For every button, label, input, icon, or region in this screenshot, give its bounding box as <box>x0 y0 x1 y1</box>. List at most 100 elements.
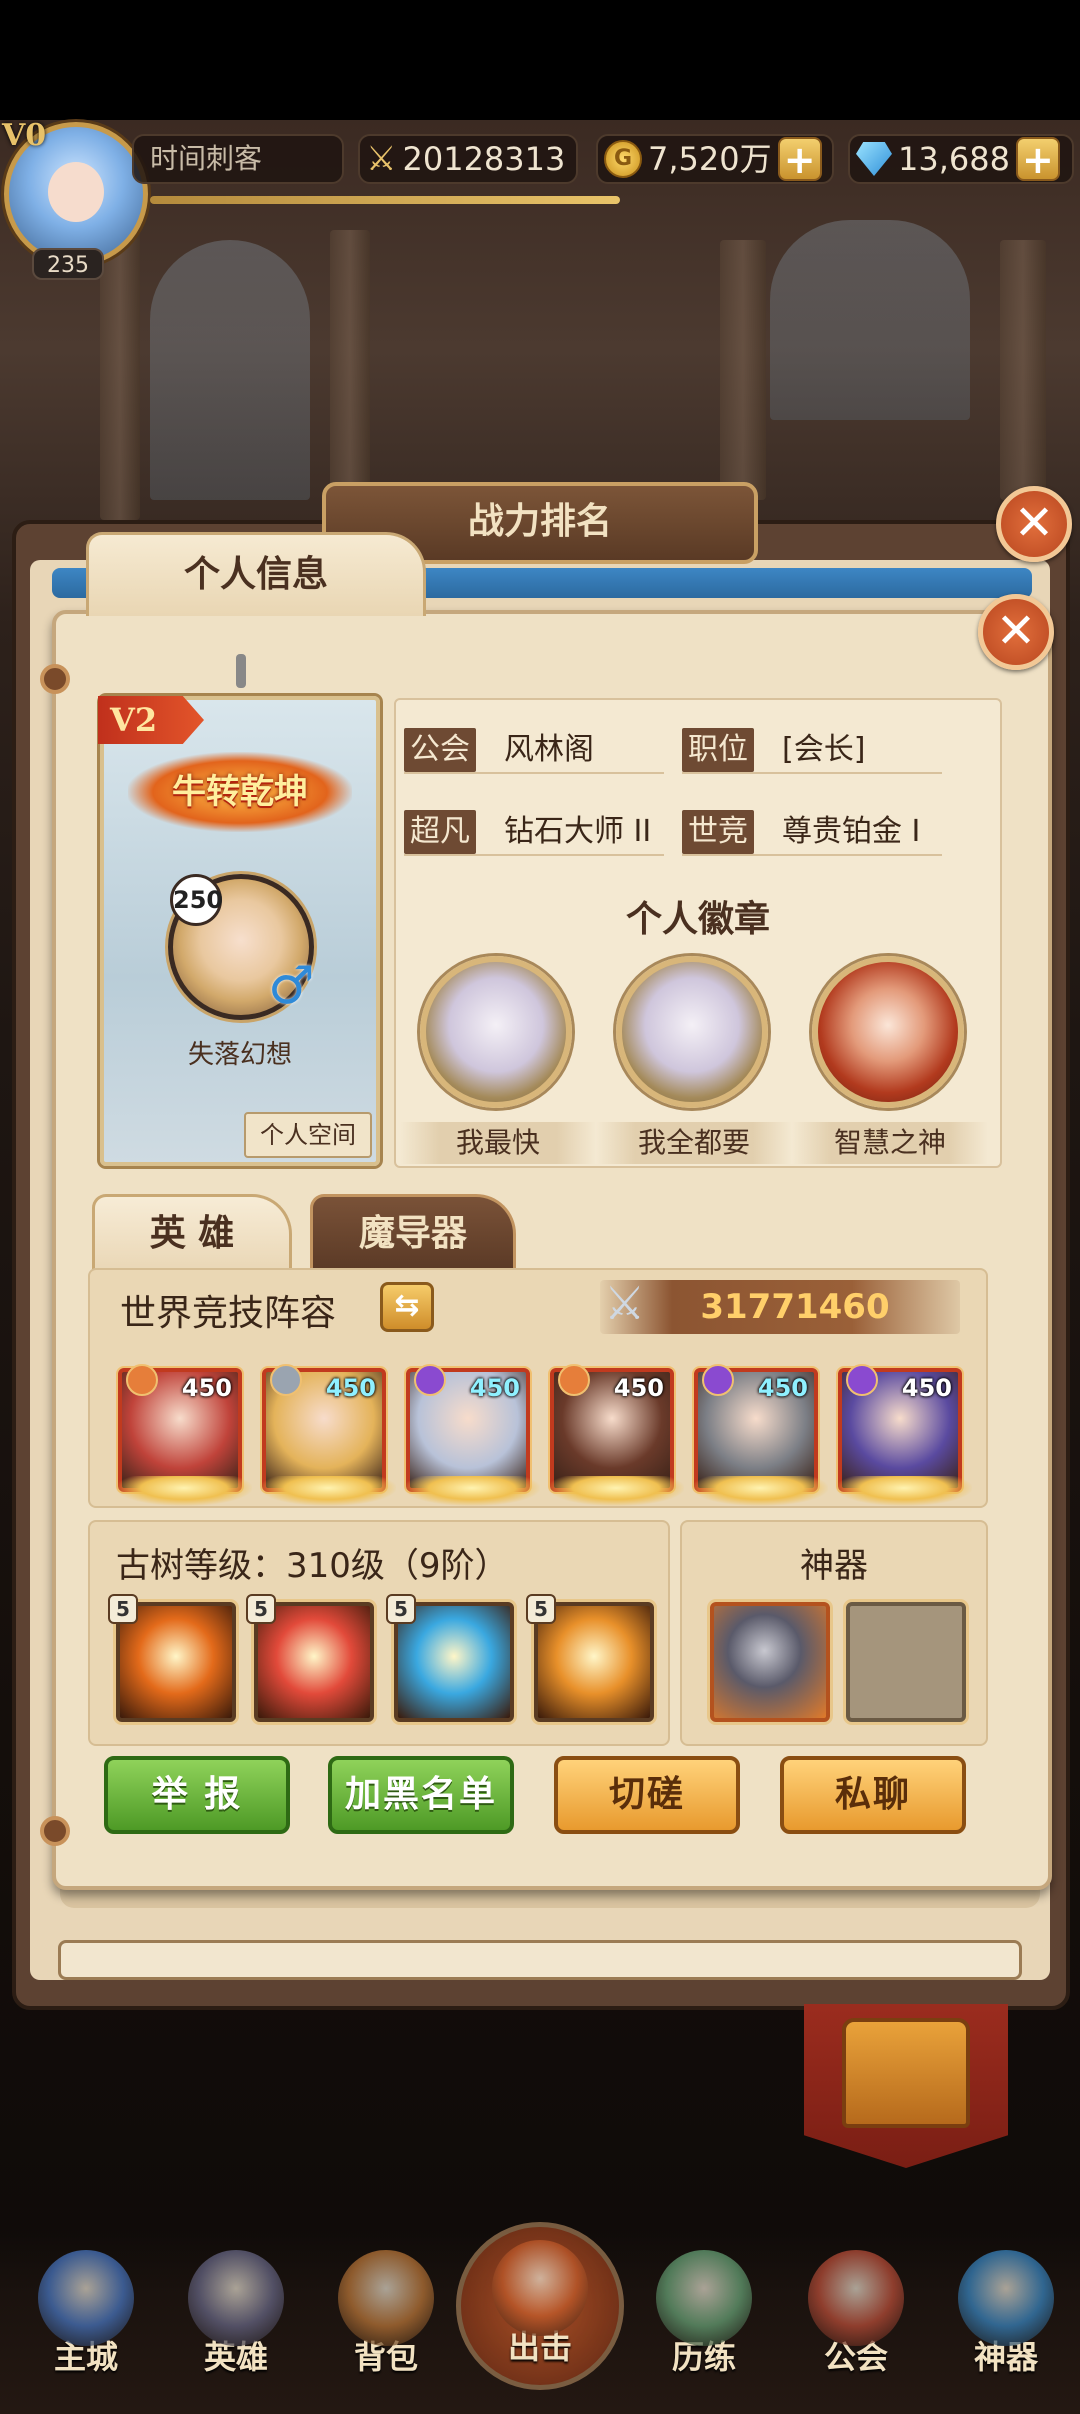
hero-star-wings-icon <box>692 1476 828 1506</box>
hero-star-wings-icon <box>116 1476 252 1506</box>
badge-fastest-icon[interactable] <box>420 956 572 1108</box>
hero-portrait[interactable]: 450 <box>260 1364 396 1506</box>
report-button[interactable]: 举 报 <box>104 1756 290 1834</box>
background-pillar <box>1000 240 1046 500</box>
hero-portrait[interactable]: 450 <box>836 1364 972 1506</box>
ranking-close-button[interactable]: ✕ <box>996 486 1072 562</box>
player-vip-badge: V0 <box>2 118 47 153</box>
hero-star-wings-icon <box>404 1476 540 1506</box>
diamond-icon <box>856 142 892 176</box>
gem-display: 13,688 + <box>848 134 1074 184</box>
info-close-button[interactable]: ✕ <box>978 594 1054 670</box>
gold-coin-icon: G <box>604 140 642 178</box>
divider <box>682 772 942 774</box>
tree-skill-count: 5 <box>526 1594 556 1624</box>
badge-wisdom-god-icon[interactable] <box>812 956 964 1108</box>
blacklist-button[interactable]: 加黑名单 <box>328 1756 514 1834</box>
hero-level: 450 <box>469 1374 520 1402</box>
hero-level: 450 <box>901 1374 952 1402</box>
divider <box>682 854 942 856</box>
nav-icon <box>492 2240 588 2336</box>
position-value: [会长] <box>782 732 866 767</box>
hero-star-wings-icon <box>548 1476 684 1506</box>
hero-element-icon <box>126 1364 158 1396</box>
binder-ring-icon <box>40 664 70 694</box>
hero-portrait[interactable]: 450 <box>404 1364 540 1506</box>
private-chat-button[interactable]: 私聊 <box>780 1756 966 1834</box>
tree-skill-count: 5 <box>108 1594 138 1624</box>
hero-star-wings-icon <box>260 1476 396 1506</box>
tree-skill-count: 5 <box>386 1594 416 1624</box>
badge-label: 智慧之神 <box>792 1122 988 1164</box>
position-label: 职位 <box>682 728 754 772</box>
artifact-hammer-icon[interactable] <box>710 1602 830 1722</box>
personal-space-button[interactable]: 个人空间 <box>244 1112 372 1158</box>
hero-portrait[interactable]: 450 <box>692 1364 828 1506</box>
nav-item[interactable]: 神器 <box>936 2250 1076 2400</box>
add-gold-button[interactable]: + <box>777 137 822 181</box>
tab-heroes[interactable]: 英 雄 <box>92 1194 292 1270</box>
guild-label: 公会 <box>404 728 476 772</box>
tree-skill-count: 5 <box>246 1594 276 1624</box>
tab-magitech[interactable]: 魔导器 <box>310 1194 516 1270</box>
player-avatar-face <box>48 162 104 222</box>
hero-element-icon <box>270 1364 302 1396</box>
nav-item[interactable]: 背包 <box>316 2250 456 2400</box>
lineup-title: 世界竞技阵容 <box>120 1293 337 1334</box>
gem-value: 13,688 <box>898 140 1010 178</box>
hero-level: 450 <box>325 1374 376 1402</box>
nav-icon <box>808 2250 904 2346</box>
hero-level: 450 <box>181 1374 232 1402</box>
gold-value: 7,520万 <box>648 140 772 178</box>
profile-name: 失落幻想 <box>187 1040 292 1070</box>
pin-icon <box>236 654 246 688</box>
shijing-value: 尊贵铂金 I <box>782 814 921 849</box>
treasure-chest-icon[interactable] <box>842 2018 970 2128</box>
gold-display: G 7,520万 + <box>596 134 834 184</box>
battle-power-value: 20128313 <box>402 140 566 178</box>
nav-icon <box>958 2250 1054 2346</box>
add-gem-button[interactable]: + <box>1015 137 1060 181</box>
hero-element-icon <box>414 1364 446 1396</box>
spar-button[interactable]: 切磋 <box>554 1756 740 1834</box>
male-gender-icon: ♂ <box>268 956 315 1016</box>
hero-level: 450 <box>757 1374 808 1402</box>
crossed-swords-icon: ⚔ <box>604 1276 646 1330</box>
hero-element-icon <box>846 1364 878 1396</box>
player-name: 时间刺客 <box>132 134 344 184</box>
background-window <box>770 220 970 420</box>
background-window <box>150 240 310 500</box>
player-level: 235 <box>32 248 104 280</box>
badge-label: 我最快 <box>400 1122 596 1164</box>
nav-item[interactable]: 公会 <box>786 2250 926 2400</box>
nav-item[interactable]: 主城 <box>16 2250 156 2400</box>
hero-element-icon <box>702 1364 734 1396</box>
crossed-swords-icon: ⚔ <box>366 139 397 179</box>
hero-star-wings-icon <box>836 1476 972 1506</box>
nav-icon <box>38 2250 134 2346</box>
hero-portrait[interactable]: 450 <box>116 1364 252 1506</box>
profile-title-badge: 牛转乾坤 <box>128 752 352 832</box>
nav-icon <box>656 2250 752 2346</box>
badge-label: 我全都要 <box>596 1122 792 1164</box>
tab-personal-info[interactable]: 个人信息 <box>86 532 426 616</box>
shijing-label: 世竞 <box>682 810 754 854</box>
chaofan-value: 钻石大师 II <box>504 814 652 849</box>
background-pillar <box>330 230 370 520</box>
chaofan-label: 超凡 <box>404 810 476 854</box>
binder-ring-icon <box>40 1816 70 1846</box>
guild-value: 风林阁 <box>504 732 594 767</box>
profile-vip-badge: V2 <box>98 696 204 744</box>
divider <box>404 772 664 774</box>
experience-bar-fill <box>150 196 620 204</box>
hero-portrait[interactable]: 450 <box>548 1364 684 1506</box>
nav-item[interactable]: 英雄 <box>166 2250 306 2400</box>
background-pillar <box>720 240 766 500</box>
swap-lineup-button[interactable]: ⇆ <box>380 1282 434 1332</box>
nav-item[interactable]: 出击 <box>470 2240 610 2390</box>
nav-item[interactable]: 历练 <box>634 2250 774 2400</box>
hero-element-icon <box>558 1364 590 1396</box>
ancient-tree-level: 古树等级：310级（9阶） <box>116 1546 509 1586</box>
badge-want-all-icon[interactable] <box>616 956 768 1108</box>
artifact-empty-slot[interactable] <box>846 1602 966 1722</box>
